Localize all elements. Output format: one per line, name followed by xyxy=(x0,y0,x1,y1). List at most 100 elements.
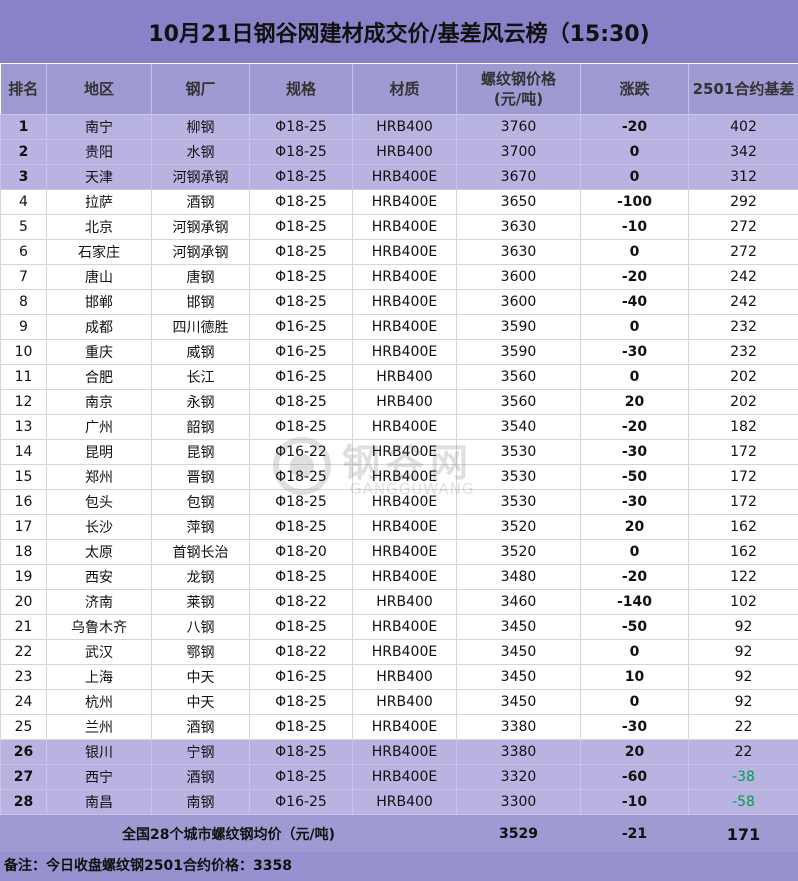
cell-basis: 402 xyxy=(688,114,798,140)
cell-material: HRB400E xyxy=(352,214,457,240)
header-price-line2: (元/吨) xyxy=(493,90,544,108)
cell-basis: 232 xyxy=(688,339,798,365)
table-row: 27 西宁 酒钢 Φ18-25 HRB400E 3320 -60 -38 xyxy=(0,764,798,790)
cell-price: 3530 xyxy=(456,489,581,515)
cell-material: HRB400E xyxy=(352,239,457,265)
table-row: 16 包头 包钢 Φ18-25 HRB400E 3530 -30 172 xyxy=(0,489,798,515)
cell-price: 3590 xyxy=(456,314,581,340)
table-row: 10 重庆 威钢 Φ16-25 HRB400E 3590 -30 232 xyxy=(0,339,798,365)
cell-rank: 11 xyxy=(0,364,47,390)
header-mill: 钢厂 xyxy=(151,64,250,115)
cell-region: 拉萨 xyxy=(46,189,152,215)
table-row: 26 银川 宁钢 Φ18-25 HRB400E 3380 20 22 xyxy=(0,739,798,765)
cell-mill: 莱钢 xyxy=(151,589,250,615)
cell-material: HRB400E xyxy=(352,164,457,190)
cell-change: 20 xyxy=(580,514,689,540)
cell-region: 北京 xyxy=(46,214,152,240)
cell-change: 0 xyxy=(580,239,689,265)
cell-basis: 232 xyxy=(688,314,798,340)
cell-basis: -58 xyxy=(688,789,798,815)
cell-change: -60 xyxy=(580,764,689,790)
cell-basis: 272 xyxy=(688,239,798,265)
cell-mill: 永钢 xyxy=(151,389,250,415)
cell-change: 0 xyxy=(580,364,689,390)
cell-region: 重庆 xyxy=(46,339,152,365)
cell-price: 3520 xyxy=(456,539,581,565)
cell-basis: 162 xyxy=(688,514,798,540)
cell-region: 西宁 xyxy=(46,764,152,790)
price-table: 排名 地区 钢厂 规格 材质 螺纹钢价格 (元/吨) 涨跌 2501合约基差 1… xyxy=(0,64,798,854)
cell-spec: Φ18-25 xyxy=(249,264,353,290)
cell-mill: 萍钢 xyxy=(151,514,250,540)
cell-spec: Φ16-25 xyxy=(249,314,353,340)
cell-change: 0 xyxy=(580,139,689,165)
cell-mill: 昆钢 xyxy=(151,439,250,465)
table-row: 15 郑州 晋钢 Φ18-25 HRB400E 3530 -50 172 xyxy=(0,464,798,490)
cell-material: HRB400E xyxy=(352,339,457,365)
cell-basis: 92 xyxy=(688,614,798,640)
cell-rank: 9 xyxy=(0,314,47,340)
table-row: 17 长沙 萍钢 Φ18-25 HRB400E 3520 20 162 xyxy=(0,514,798,540)
cell-change: 0 xyxy=(580,689,689,715)
table-row: 12 南京 永钢 Φ18-25 HRB400 3560 20 202 xyxy=(0,389,798,415)
cell-material: HRB400E xyxy=(352,564,457,590)
cell-rank: 26 xyxy=(0,739,47,765)
cell-price: 3670 xyxy=(456,164,581,190)
cell-change: -30 xyxy=(580,339,689,365)
cell-price: 3700 xyxy=(456,139,581,165)
cell-material: HRB400 xyxy=(352,139,457,165)
page-title: 10月21日钢谷网建材成交价/基差风云榜（15:30) xyxy=(0,0,798,64)
cell-spec: Φ18-25 xyxy=(249,739,353,765)
cell-change: -10 xyxy=(580,789,689,815)
cell-mill: 酒钢 xyxy=(151,714,250,740)
cell-rank: 21 xyxy=(0,614,47,640)
cell-mill: 河钢承钢 xyxy=(151,214,250,240)
cell-rank: 13 xyxy=(0,414,47,440)
cell-basis: 102 xyxy=(688,589,798,615)
cell-price: 3600 xyxy=(456,289,581,315)
cell-change: -50 xyxy=(580,614,689,640)
cell-mill: 晋钢 xyxy=(151,464,250,490)
cell-region: 广州 xyxy=(46,414,152,440)
cell-price: 3630 xyxy=(456,214,581,240)
cell-spec: Φ18-25 xyxy=(249,489,353,515)
cell-price: 3600 xyxy=(456,264,581,290)
cell-change: -100 xyxy=(580,189,689,215)
footnote: 备注：今日收盘螺纹钢2501合约价格：3358 xyxy=(0,852,798,881)
cell-region: 郑州 xyxy=(46,464,152,490)
cell-mill: 邯钢 xyxy=(151,289,250,315)
header-change: 涨跌 xyxy=(580,64,689,115)
cell-spec: Φ18-25 xyxy=(249,389,353,415)
cell-region: 贵阳 xyxy=(46,139,152,165)
cell-basis: 92 xyxy=(688,639,798,665)
cell-change: -50 xyxy=(580,464,689,490)
cell-basis: 242 xyxy=(688,289,798,315)
table-row: 28 南昌 南钢 Φ16-25 HRB400 3300 -10 -58 xyxy=(0,789,798,815)
cell-price: 3520 xyxy=(456,514,581,540)
cell-material: HRB400E xyxy=(352,464,457,490)
cell-price: 3560 xyxy=(456,389,581,415)
cell-change: 10 xyxy=(580,664,689,690)
cell-mill: 韶钢 xyxy=(151,414,250,440)
cell-basis: 22 xyxy=(688,739,798,765)
cell-basis: 122 xyxy=(688,564,798,590)
cell-material: HRB400E xyxy=(352,739,457,765)
cell-rank: 28 xyxy=(0,789,47,815)
header-rank: 排名 xyxy=(0,64,47,115)
cell-mill: 宁钢 xyxy=(151,739,250,765)
cell-basis: 162 xyxy=(688,539,798,565)
table-row: 13 广州 韶钢 Φ18-25 HRB400E 3540 -20 182 xyxy=(0,414,798,440)
cell-material: HRB400E xyxy=(352,614,457,640)
cell-price: 3450 xyxy=(456,689,581,715)
cell-spec: Φ18-25 xyxy=(249,614,353,640)
cell-material: HRB400E xyxy=(352,439,457,465)
table-row: 21 乌鲁木齐 八钢 Φ18-25 HRB400E 3450 -50 92 xyxy=(0,614,798,640)
table-row: 1 南宁 柳钢 Φ18-25 HRB400 3760 -20 402 xyxy=(0,114,798,140)
cell-change: -20 xyxy=(580,414,689,440)
header-price-line1: 螺纹钢价格 xyxy=(480,70,556,88)
table-body: 1 南宁 柳钢 Φ18-25 HRB400 3760 -20 402 2 贵阳 水钢 Φ18-25 HR… xyxy=(0,114,798,815)
cell-price: 3320 xyxy=(456,764,581,790)
cell-spec: Φ18-25 xyxy=(249,189,353,215)
cell-material: HRB400E xyxy=(352,414,457,440)
table-row: 25 兰州 酒钢 Φ18-25 HRB400E 3380 -30 22 xyxy=(0,714,798,740)
